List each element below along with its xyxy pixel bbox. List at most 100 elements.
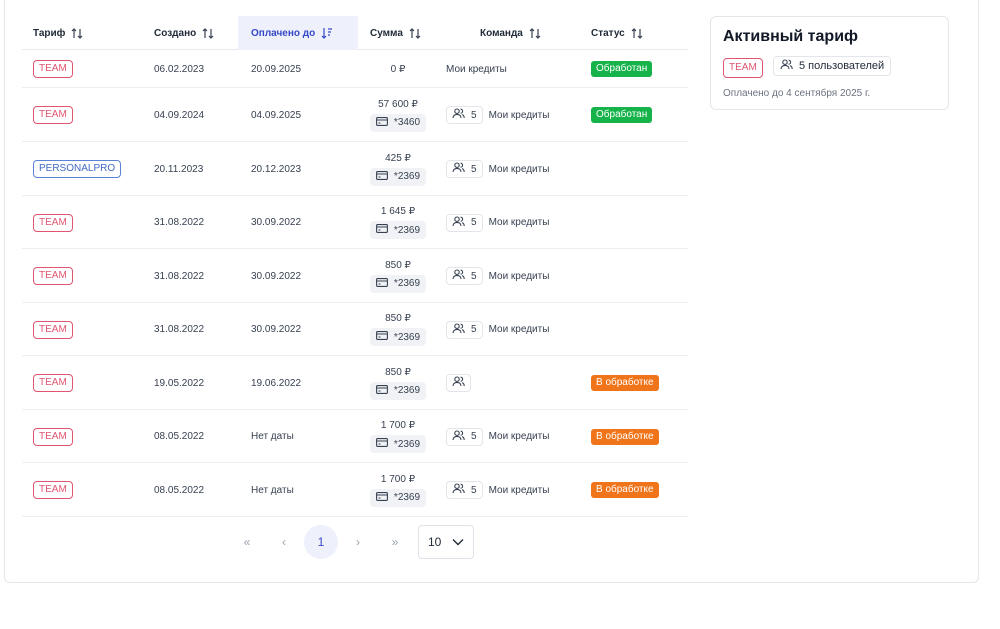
card-number: *2369 — [393, 224, 421, 236]
cell-created: 31.08.2022 — [154, 217, 205, 228]
team-name: Мои кредиты — [488, 163, 550, 175]
cell-paid-until: 30.09.2022 — [251, 217, 302, 228]
tariff-badge: TEAM — [33, 106, 73, 124]
users-icon — [452, 108, 465, 122]
cell-status: Обработан — [591, 50, 653, 88]
page-button-current[interactable]: 1 — [304, 525, 338, 559]
header-amount[interactable]: Сумма — [358, 16, 458, 50]
active-tariff-badge: TEAM — [723, 58, 763, 78]
users-icon — [452, 215, 465, 230]
team-name: Мои кредиты — [488, 217, 550, 228]
cell-created: 08.05.2022 — [154, 431, 205, 442]
cell-status: В обработке — [591, 410, 659, 463]
cell-amount: 1 645 ₽ *2369 — [358, 196, 438, 249]
card-chip: *2369 — [369, 435, 427, 453]
team-count: 5 — [471, 431, 477, 442]
pagination: « ‹ 1 › » 10 — [0, 525, 1000, 559]
tariff-badge: TEAM — [33, 60, 73, 78]
cell-tariff: TEAM — [33, 303, 73, 356]
cell-team: 5 Мои кредиты — [446, 88, 549, 142]
active-paid-until: Оплачено до 4 сентября 2025 г. — [723, 88, 871, 99]
header-created[interactable]: Создано — [143, 16, 238, 50]
active-tariff-title: Активный тариф — [723, 28, 859, 45]
cell-paid-until: 30.09.2022 — [251, 270, 302, 282]
header-team[interactable]: Команда — [458, 16, 578, 50]
cell-paid-until: 19.06.2022 — [251, 377, 302, 389]
table-row[interactable]: TEAM 31.08.2022 30.09.2022 850 ₽ *2369 5 Мои к… — [22, 249, 688, 303]
cell-amount: 850 ₽ *2369 — [358, 249, 438, 303]
tariff-badge: PERSONALPRO — [33, 160, 122, 178]
table-body: TEAM 06.02.2023 20.09.2025 0 ₽ Мои кредиты Об… — [22, 50, 688, 517]
header-status-label: Статус — [591, 27, 625, 39]
team-count: 5 — [471, 163, 477, 175]
table-row[interactable]: TEAM 08.05.2022 Нет даты 1 700 ₽ *2369 5 Мои к… — [22, 410, 688, 463]
first-page-button[interactable]: « — [230, 525, 264, 559]
table-row[interactable]: TEAM 31.08.2022 30.09.2022 1 645 ₽ *2369 5 Мои… — [22, 196, 688, 249]
team-count: 5 — [471, 109, 477, 121]
card-chip: *3460 — [369, 113, 427, 132]
team-chip — [446, 374, 471, 392]
sort-icon[interactable] — [71, 27, 83, 40]
card-number: *2369 — [393, 171, 421, 182]
table-row[interactable]: TEAM 31.08.2022 30.09.2022 850 ₽ *2369 5 Мои к… — [22, 303, 688, 356]
header-paid-until[interactable]: Оплачено до — [238, 16, 358, 50]
cell-tariff: TEAM — [33, 249, 73, 303]
cell-created: 06.02.2023 — [154, 63, 205, 75]
card-chip: *2369 — [369, 488, 427, 507]
table-row[interactable]: TEAM 06.02.2023 20.09.2025 0 ₽ Мои кредиты Об… — [22, 50, 688, 88]
card-chip: *2369 — [369, 167, 427, 186]
cell-amount: 1 700 ₽ *2369 — [358, 463, 438, 517]
cell-paid-until: Нет даты — [251, 431, 294, 442]
cell-created: 20.11.2023 — [154, 163, 204, 175]
cell-status: Обработан — [591, 88, 653, 142]
team-chip: 5 — [446, 481, 483, 499]
header-status[interactable]: Статус — [578, 16, 688, 50]
sort-icon[interactable] — [409, 27, 421, 40]
amount-value: 1 700 ₽ — [380, 473, 416, 485]
credit-card-icon — [375, 224, 388, 236]
cell-team: 5 Мои кредиты — [446, 410, 549, 463]
users-icon — [780, 59, 793, 73]
team-name: Мои кредиты — [488, 431, 550, 442]
credit-card-icon — [375, 116, 388, 129]
cell-team — [446, 356, 471, 410]
sort-icon[interactable] — [631, 27, 643, 40]
header-team-label: Команда — [480, 27, 523, 39]
cell-created: 08.05.2022 — [154, 484, 205, 496]
sort-icon[interactable] — [529, 27, 541, 40]
cell-tariff: TEAM — [33, 88, 73, 142]
amount-value: 425 ₽ — [385, 152, 411, 164]
sort-icon[interactable] — [202, 27, 214, 40]
team-chip: 5 — [446, 213, 483, 232]
credit-card-icon — [375, 277, 388, 290]
cell-paid-until: 20.09.2025 — [251, 63, 302, 75]
last-page-button[interactable]: » — [378, 525, 412, 559]
table-row[interactable]: TEAM 19.05.2022 19.06.2022 850 ₽ *2369 В обра… — [22, 356, 688, 410]
amount-value: 850 ₽ — [385, 259, 411, 271]
status-badge: В обработке — [591, 482, 659, 498]
table-row[interactable]: PERSONALPRO 20.11.2023 20.12.2023 425 ₽ *236… — [22, 142, 688, 196]
card-number: *2369 — [393, 278, 421, 289]
tariff-badge: TEAM — [33, 374, 73, 392]
table-row[interactable]: TEAM 04.09.2024 04.09.2025 57 600 ₽ *3460 5 Мо… — [22, 88, 688, 142]
cell-paid-until: 04.09.2025 — [251, 109, 302, 121]
team-name: Мои кредиты — [488, 270, 550, 282]
cell-created: 04.09.2024 — [154, 109, 205, 121]
next-page-button[interactable]: › — [341, 525, 375, 559]
header-paid-until-label: Оплачено до — [251, 27, 316, 39]
amount-value: 1 700 ₽ — [380, 420, 416, 431]
team-count: 5 — [471, 270, 477, 282]
sort-desc-icon[interactable] — [321, 27, 333, 40]
table-row[interactable]: TEAM 08.05.2022 Нет даты 1 700 ₽ *2369 5 Мои к… — [22, 463, 688, 517]
header-tariff[interactable]: Тариф — [22, 16, 130, 50]
amount-value: 850 ₽ — [385, 313, 411, 324]
prev-page-button[interactable]: ‹ — [267, 525, 301, 559]
cell-tariff: PERSONALPRO — [33, 142, 122, 196]
card-chip: *2369 — [369, 381, 427, 400]
status-badge: Обработан — [591, 107, 653, 123]
cell-team: 5 Мои кредиты — [446, 303, 549, 356]
tariff-badge: TEAM — [33, 320, 73, 339]
team-name: Мои кредиты — [488, 484, 550, 496]
cell-created: 31.08.2022 — [154, 324, 205, 335]
page-size-select[interactable]: 10 — [418, 525, 474, 559]
